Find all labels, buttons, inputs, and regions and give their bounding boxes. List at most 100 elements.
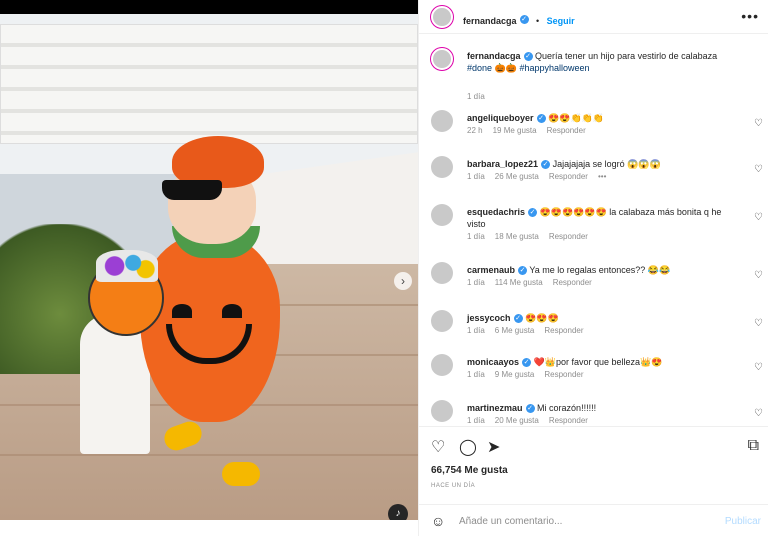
like-heart-icon[interactable]: ♡ [431,437,445,457]
comment-item: monicaayos ✓ ❤️👑por favor que belleza👑😍 1 … [419,350,768,396]
comment-body: 😍😍👏👏👏 [548,113,605,123]
comment-likes[interactable]: 20 Me gusta [495,416,539,425]
comment-item: angeliqueboyer ✓ 😍😍👏👏👏 22 h 19 Me gusta Resp… [419,106,768,152]
comment-time: 1 día [467,416,485,425]
comment-like-icon[interactable]: ♡ [754,408,763,419]
verified-badge-icon: ✓ [523,52,533,62]
comment-item: carmenaub ✓ Ya me lo regalas entonces?? 😂… [419,258,768,304]
pumpkin-eye-left [172,304,192,318]
comment-text: jessycoch ✓ 😍😍😍 [467,312,737,324]
emoji-icon[interactable]: ☺ [431,513,445,529]
comment-like-icon[interactable]: ♡ [754,118,763,129]
commenter-avatar[interactable] [431,354,453,376]
hashtag-done[interactable]: #done [467,63,492,73]
post-side-panel: fernandacga ✓ • Seguir ••• fernandacga ✓ Q… [418,0,768,536]
commenter-avatar[interactable] [431,262,453,284]
commenter-username[interactable]: carmenaub [467,265,515,275]
pumpkin-eye-right [222,304,242,318]
commenter-avatar[interactable] [431,204,453,226]
comment-time: 22 h [467,126,483,135]
comment-likes[interactable]: 114 Me gusta [495,278,543,287]
commenter-avatar[interactable] [431,110,453,132]
comment-like-icon[interactable]: ♡ [754,212,763,223]
comment-text: monicaayos ✓ ❤️👑por favor que belleza👑😍 [467,356,737,368]
commenter-username[interactable]: martinezmau [467,403,523,413]
comment-likes[interactable]: 18 Me gusta [495,232,539,241]
reply-button[interactable]: Responder [549,232,588,241]
commenter-username[interactable]: angeliqueboyer [467,113,534,123]
top-black-bar [0,0,418,14]
comment-item: martinezmau ✓ Mi corazón!!!!!! 1 día 20 Me … [419,396,768,426]
commenter-username[interactable]: jessycoch [467,313,511,323]
comment-body: 😍😍😍 [525,313,559,323]
comment-options-icon[interactable]: ••• [598,172,606,181]
comment-likes[interactable]: 26 Me gusta [495,172,539,181]
comment-body: ❤️👑por favor que belleza👑😍 [533,357,663,367]
comment-body: Mi corazón!!!!!! [537,403,597,413]
verified-badge-icon: ✓ [519,15,529,25]
comment-text: carmenaub ✓ Ya me lo regalas entonces?? 😂… [467,264,737,276]
likes-count[interactable]: 66,754 Me gusta [431,465,508,476]
author-avatar[interactable] [431,48,453,70]
comment-time: 1 día [467,326,485,335]
photo-bench [80,314,150,454]
author-avatar[interactable] [431,6,453,28]
comment-meta: 1 día 9 Me gusta Responder [467,370,594,379]
reply-button[interactable]: Responder [544,370,583,379]
comment-item: esquedachris ✓ 😍😍😍😍😍😍 la calabaza más bon… [419,200,768,246]
commenter-username[interactable]: monicaayos [467,357,519,367]
comment-like-icon[interactable]: ♡ [754,318,763,329]
next-image-icon[interactable]: › [394,272,412,290]
author-row: fernandacga ✓ • Seguir [463,11,575,29]
comment-like-icon[interactable]: ♡ [754,362,763,373]
comment-likes[interactable]: 6 Me gusta [495,326,535,335]
reply-button[interactable]: Responder [547,126,586,135]
verified-badge-icon: ✓ [522,358,532,368]
separator-dot: • [535,16,540,26]
caption-item: fernandacga ✓ Quería tener un hijo para v… [419,44,768,104]
more-options-icon[interactable]: ••• [741,8,759,24]
comment-text: esquedachris ✓ 😍😍😍😍😍😍 la calabaza más bon… [467,206,737,230]
post-date: HACE UN DÍA [431,483,476,489]
caption-username[interactable]: fernandacga [467,51,521,61]
verified-badge-icon: ✓ [528,208,538,218]
post-photo[interactable]: › ♪ [0,14,418,520]
comment-icon[interactable]: ◯ [459,437,477,457]
reply-button[interactable]: Responder [549,416,588,425]
save-bookmark-icon[interactable]: ⧉ [748,437,759,455]
commenter-avatar[interactable] [431,156,453,178]
comment-meta: 1 día 20 Me gusta Responder [467,416,598,425]
comment-like-icon[interactable]: ♡ [754,270,763,281]
author-username[interactable]: fernandacga [463,16,517,26]
reply-button[interactable]: Responder [549,172,588,181]
commenter-username[interactable]: barbara_lopez21 [467,159,538,169]
mute-icon[interactable]: ♪ [388,504,408,520]
share-icon[interactable]: ➤ [487,437,500,457]
comment-meta: 1 día 114 Me gusta Responder [467,278,602,287]
reply-button[interactable]: Responder [553,278,592,287]
follow-button[interactable]: Seguir [547,16,575,26]
verified-badge-icon: ✓ [513,314,523,324]
comment-likes[interactable]: 9 Me gusta [495,370,535,379]
verified-badge-icon: ✓ [518,266,528,276]
caption-text: fernandacga ✓ Quería tener un hijo para v… [467,50,737,74]
comment-like-icon[interactable]: ♡ [754,164,763,175]
instagram-post-view: › ♪ fernandacga✓ • Seguir ••• fernandac [0,0,768,536]
comment-time: 1 día [467,232,485,241]
commenter-avatar[interactable] [431,400,453,422]
caption-meta: 1 día [467,92,495,101]
commenter-avatar[interactable] [431,310,453,332]
sunglasses [162,180,222,200]
comment-likes[interactable]: 19 Me gusta [493,126,537,135]
comment-text: martinezmau ✓ Mi corazón!!!!!! [467,402,737,414]
commenter-username[interactable]: esquedachris [467,207,525,217]
caption-body: Quería tener un hijo para vestirlo de ca… [535,51,718,61]
verified-badge-icon: ✓ [525,404,535,414]
comments-list[interactable]: fernandacga ✓ Quería tener un hijo para v… [419,34,768,426]
reply-button[interactable]: Responder [544,326,583,335]
comment-input[interactable]: Añade un comentario... [459,516,562,527]
photo-building [0,24,418,144]
publish-button[interactable]: Publicar [725,516,761,527]
comment-body: Jajajajaja se logró 😱😱😱 [552,159,661,169]
hashtag-happyhalloween[interactable]: #happyhalloween [519,63,589,73]
